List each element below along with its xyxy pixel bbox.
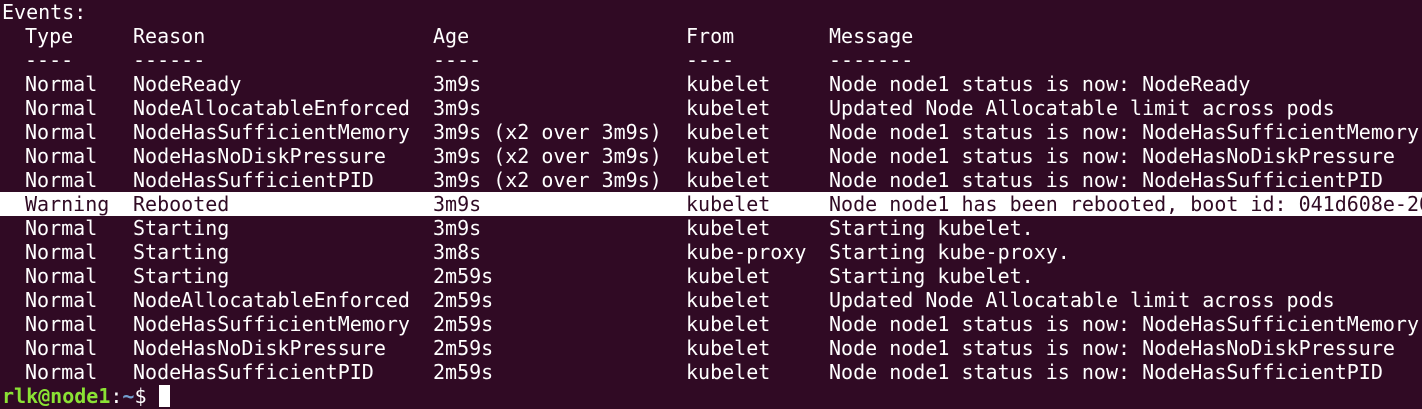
event-type: Normal (25, 168, 98, 192)
event-age: 3m9s (433, 96, 482, 120)
prompt-symbol: $ (134, 384, 159, 408)
table-row: Normal NodeHasSufficientMemory 3m9s (x2 ov… (0, 120, 1422, 144)
column-header-from: From (686, 24, 735, 48)
event-from: kubelet (686, 120, 771, 144)
event-from: kube-proxy (686, 240, 807, 264)
event-age: 3m9s (x2 over 3m9s) (433, 168, 662, 192)
table-row: Normal NodeHasSufficientPID 2m59s kubelet No… (0, 360, 1422, 384)
table-row: Normal NodeHasNoDiskPressure 3m9s (x2 over… (0, 144, 1422, 168)
event-type: Normal (25, 288, 98, 312)
event-from: kubelet (686, 216, 771, 240)
event-age: 3m9s (x2 over 3m9s) (433, 144, 662, 168)
event-reason: Starting (133, 264, 230, 288)
separator-reason: ------ (133, 48, 206, 72)
event-type: Warning (25, 192, 110, 216)
prompt-path: ~ (122, 384, 135, 408)
event-message: Node node1 status is now: NodeHasNoDiskP… (829, 336, 1395, 360)
event-message: Node node1 status is now: NodeHasNoDiskP… (829, 144, 1395, 168)
event-type: Normal (25, 240, 98, 264)
event-message: Starting kube-proxy. (829, 240, 1070, 264)
table-row: Warning Rebooted 3m9s kubelet Node node1 has… (0, 192, 1422, 216)
event-reason: NodeReady (133, 72, 242, 96)
event-from: kubelet (686, 336, 771, 360)
event-age: 2m59s (433, 288, 494, 312)
event-from: kubelet (686, 312, 771, 336)
text-cursor[interactable] (158, 385, 170, 407)
event-message: Node node1 status is now: NodeHasSuffici… (829, 360, 1383, 384)
event-type: Normal (25, 144, 98, 168)
event-from: kubelet (686, 168, 771, 192)
column-header-age: Age (433, 24, 470, 48)
event-from: kubelet (686, 72, 771, 96)
event-age: 3m9s (433, 216, 482, 240)
event-message: Node node1 status is now: NodeReady (829, 72, 1251, 96)
event-message: Starting kubelet. (829, 216, 1034, 240)
event-age: 2m59s (433, 336, 494, 360)
event-age: 3m9s (x2 over 3m9s) (433, 120, 662, 144)
event-type: Normal (25, 312, 98, 336)
event-from: kubelet (686, 144, 771, 168)
column-header-reason: Reason (133, 24, 206, 48)
table-row: Normal Starting 3m8s kube-proxy Starting kub… (0, 240, 1422, 264)
event-from: kubelet (686, 192, 771, 216)
event-age: 2m59s (433, 360, 494, 384)
table-row: Normal NodeAllocatableEnforced 3m9s kubelet… (0, 96, 1422, 120)
event-message: Updated Node Allocatable limit across po… (829, 288, 1335, 312)
event-message: Node node1 status is now: NodeHasSuffici… (829, 312, 1420, 336)
event-age: 3m9s (433, 192, 482, 216)
event-age: 3m9s (433, 72, 482, 96)
event-reason: Starting (133, 240, 230, 264)
events-title: Events: (2, 0, 87, 24)
table-row: Normal NodeHasNoDiskPressure 2m59s kubelet N… (0, 336, 1422, 360)
prompt-user-host: rlk@node1 (2, 384, 111, 408)
table-row: Normal NodeAllocatableEnforced 2m59s kubele… (0, 288, 1422, 312)
event-type: Normal (25, 120, 98, 144)
table-row: Normal NodeHasSufficientMemory 2m59s kubele… (0, 312, 1422, 336)
event-from: kubelet (686, 96, 771, 120)
table-row: Normal Starting 2m59s kubelet Starting kubel… (0, 264, 1422, 288)
event-message: Node node1 status is now: NodeHasSuffici… (829, 120, 1420, 144)
event-reason: NodeHasSufficientMemory (133, 120, 410, 144)
table-separator-row: ---- ------ ---- ---- ------- (0, 48, 1422, 72)
event-type: Normal (25, 72, 98, 96)
column-header-type: Type (25, 24, 74, 48)
event-reason: NodeHasNoDiskPressure (133, 144, 386, 168)
event-age: 2m59s (433, 264, 494, 288)
table-header-row: Type Reason Age From Message (0, 24, 1422, 48)
event-from: kubelet (686, 360, 771, 384)
table-row: Normal Starting 3m9s kubelet Starting kubele… (0, 216, 1422, 240)
event-type: Normal (25, 96, 98, 120)
event-reason: NodeHasSufficientMemory (133, 312, 410, 336)
separator-message: ------- (829, 48, 914, 72)
event-from: kubelet (686, 264, 771, 288)
event-reason: NodeHasSufficientPID (133, 360, 374, 384)
event-from: kubelet (686, 288, 771, 312)
event-reason: NodeHasSufficientPID (133, 168, 374, 192)
event-message: Starting kubelet. (829, 264, 1034, 288)
event-reason: NodeAllocatableEnforced (133, 96, 410, 120)
event-type: Normal (25, 216, 98, 240)
table-row: Normal NodeHasSufficientPID 3m9s (x2 over … (0, 168, 1422, 192)
column-header-message: Message (829, 24, 914, 48)
shell-prompt[interactable]: rlk@node1: ~ $ (0, 384, 1422, 408)
event-age: 3m8s (433, 240, 482, 264)
separator-type: ---- (25, 48, 74, 72)
events-table-body: Normal NodeReady 3m9s kubelet Node node1 sta… (0, 72, 1422, 384)
separator-from: ---- (686, 48, 735, 72)
terminal-window[interactable]: Events: Type Reason Age From Message ---… (0, 0, 1422, 409)
event-message: Updated Node Allocatable limit across po… (829, 96, 1335, 120)
event-type: Normal (25, 264, 98, 288)
event-reason: Starting (133, 216, 230, 240)
event-type: Normal (25, 336, 98, 360)
event-reason: NodeAllocatableEnforced (133, 288, 410, 312)
event-message: Node node1 status is now: NodeHasSuffici… (829, 168, 1383, 192)
event-message: Node node1 has been rebooted, boot id: 0… (829, 192, 1422, 216)
prompt-separator: : (110, 384, 123, 408)
event-reason: Rebooted (133, 192, 230, 216)
table-row: Normal NodeReady 3m9s kubelet Node node1 sta… (0, 72, 1422, 96)
event-age: 2m59s (433, 312, 494, 336)
event-reason: NodeHasNoDiskPressure (133, 336, 386, 360)
event-type: Normal (25, 360, 98, 384)
separator-age: ---- (433, 48, 482, 72)
